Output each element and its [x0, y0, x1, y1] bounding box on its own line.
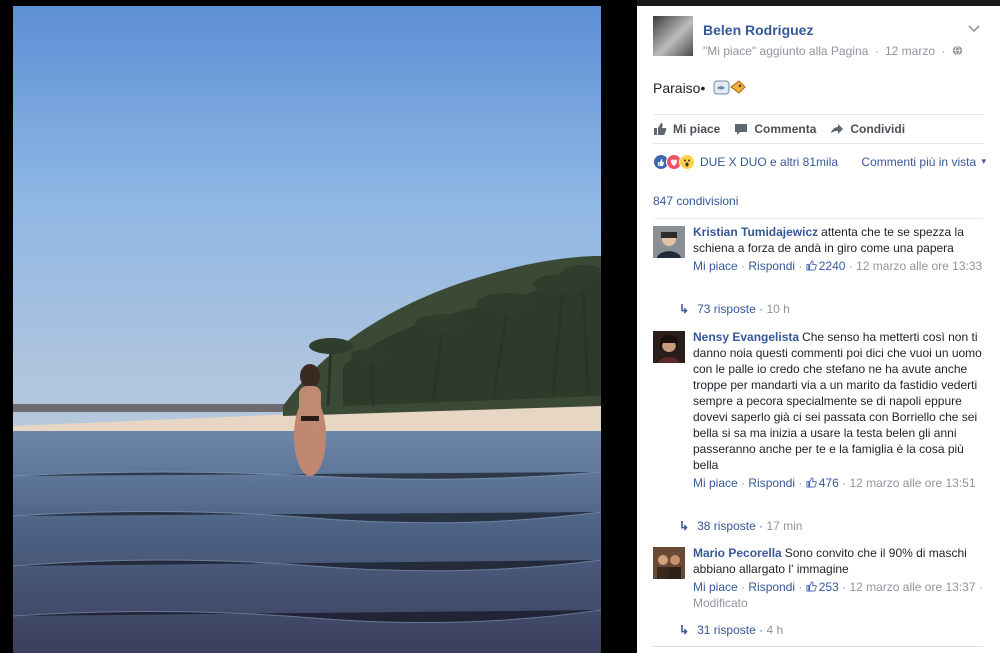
reply-arrow-icon: ↳	[679, 519, 690, 533]
like-label: Mi piace	[673, 122, 721, 136]
globe-icon	[952, 45, 962, 56]
chevron-down-icon: ▾	[981, 156, 986, 166]
post-date-link[interactable]: 12 marzo	[885, 44, 935, 58]
replies-time: 4 h	[766, 623, 784, 637]
comment-like-link[interactable]: Mi piace	[693, 259, 738, 273]
separator: ·	[874, 44, 879, 58]
commenter-name-link[interactable]: Kristian Tumidajewicz	[693, 225, 818, 239]
edited-label[interactable]: Modificato	[693, 596, 748, 610]
replies-link[interactable]: ↳ 73 risposte · 10 h	[679, 302, 790, 316]
reply-arrow-icon: ↳	[679, 302, 690, 316]
thumbs-up-icon	[654, 123, 667, 135]
comment-meta: Mi piace · Rispondi · 2240 · 12 marzo al…	[693, 259, 983, 273]
page-avatar[interactable]	[653, 16, 693, 56]
post-side-panel: Belen Rodriguez "Mi piace" aggiunto alla…	[637, 6, 1000, 653]
comment-reply-link[interactable]: Rispondi	[748, 580, 795, 594]
avatar[interactable]	[653, 547, 685, 579]
avatar[interactable]	[653, 331, 685, 363]
post-subtitle: "Mi piace" aggiunto alla Pagina · 12 mar…	[703, 44, 963, 58]
share-button[interactable]: Condividi	[830, 122, 905, 136]
comment-likes-count[interactable]: 2240	[806, 259, 846, 273]
reactions-summary: DUE X DUO e altri 81mila Commenti più in…	[653, 154, 986, 170]
comment-time[interactable]: 12 marzo alle ore 13:51	[849, 476, 975, 490]
like-button[interactable]: Mi piace	[653, 122, 720, 136]
reactions-text-link[interactable]: DUE X DUO e altri 81mila	[700, 155, 838, 169]
comment-body: Nensy Evangelista Che senso ha metterti c…	[693, 329, 983, 491]
commenter-name-link[interactable]: Nensy Evangelista	[693, 330, 799, 344]
comment-meta: Mi piace · Rispondi · 476 · 12 marzo all…	[693, 476, 976, 490]
likes-number: 2240	[818, 259, 846, 273]
beach-photo-image	[13, 6, 601, 653]
comment-time[interactable]: 12 marzo alle ore 13:37	[849, 580, 975, 594]
thumbs-up-icon	[806, 477, 817, 488]
share-label: Condividi	[850, 122, 906, 136]
comment-likes-count[interactable]: 253	[806, 580, 839, 594]
comment-bubble-icon	[735, 124, 748, 135]
divider	[653, 218, 983, 219]
share-arrow-icon	[831, 124, 844, 134]
comment-button[interactable]: Commenta	[734, 122, 816, 136]
comment-likes-count[interactable]: 476	[806, 476, 839, 490]
comment-meta: Mi piace · Rispondi · 253 · 12 marzo all…	[693, 580, 983, 610]
likes-number: 253	[818, 580, 839, 594]
thumbs-up-icon	[806, 581, 817, 592]
replies-count: 73 risposte	[697, 302, 756, 316]
replies-time: 10 h	[766, 302, 790, 316]
chevron-down-icon[interactable]	[968, 22, 980, 36]
emoji-bird-icon	[713, 78, 747, 99]
replies-count: 31 risposte	[697, 623, 756, 637]
comment-label: Commenta	[754, 122, 817, 136]
commenter-name-link[interactable]: Mario Pecorella	[693, 546, 782, 560]
photo-viewer	[0, 0, 637, 653]
thumbs-up-icon	[806, 260, 817, 271]
post-action-bar: Mi piace Commenta Condividi	[653, 114, 983, 144]
avatar[interactable]	[653, 226, 685, 258]
activity-text: "Mi piace" aggiunto alla Pagina	[703, 44, 869, 58]
wow-reaction-icon	[679, 154, 695, 170]
separator: ·	[941, 44, 946, 58]
replies-time: 17 min	[766, 519, 803, 533]
comment-body: Kristian Tumidajewicz attenta che te se s…	[693, 224, 983, 274]
replies-count: 38 risposte	[697, 519, 756, 533]
page-name-link[interactable]: Belen Rodriguez	[703, 22, 813, 38]
post-header: Belen Rodriguez "Mi piace" aggiunto alla…	[637, 6, 1000, 72]
shares-count-link[interactable]: 847 condivisioni	[653, 194, 738, 208]
replies-link[interactable]: ↳ 38 risposte · 17 min	[679, 519, 802, 533]
comment-body: Mario Pecorella Sono convito che il 90% d…	[693, 545, 983, 611]
likes-number: 476	[818, 476, 839, 490]
comment-like-link[interactable]: Mi piace	[693, 580, 738, 594]
comment-text: Che senso ha metterti così non ti danno …	[693, 330, 982, 472]
caption-text: Paraiso•	[653, 80, 706, 96]
post-caption: Paraiso•	[653, 78, 747, 99]
comment-reply-link[interactable]: Rispondi	[748, 476, 795, 490]
post-photo[interactable]	[13, 6, 601, 653]
comment-time[interactable]: 12 marzo alle ore 13:33	[856, 259, 982, 273]
comments-sort-dropdown[interactable]: Commenti più in vista ▾	[861, 155, 986, 169]
comment-like-link[interactable]: Mi piace	[693, 476, 738, 490]
comments-sort-label: Commenti più in vista	[861, 155, 977, 169]
comment-reply-link[interactable]: Rispondi	[748, 259, 795, 273]
replies-link[interactable]: ↳ 31 risposte · 4 h	[679, 623, 783, 637]
reply-arrow-icon: ↳	[679, 623, 690, 637]
comment-composer-edge	[653, 646, 983, 653]
